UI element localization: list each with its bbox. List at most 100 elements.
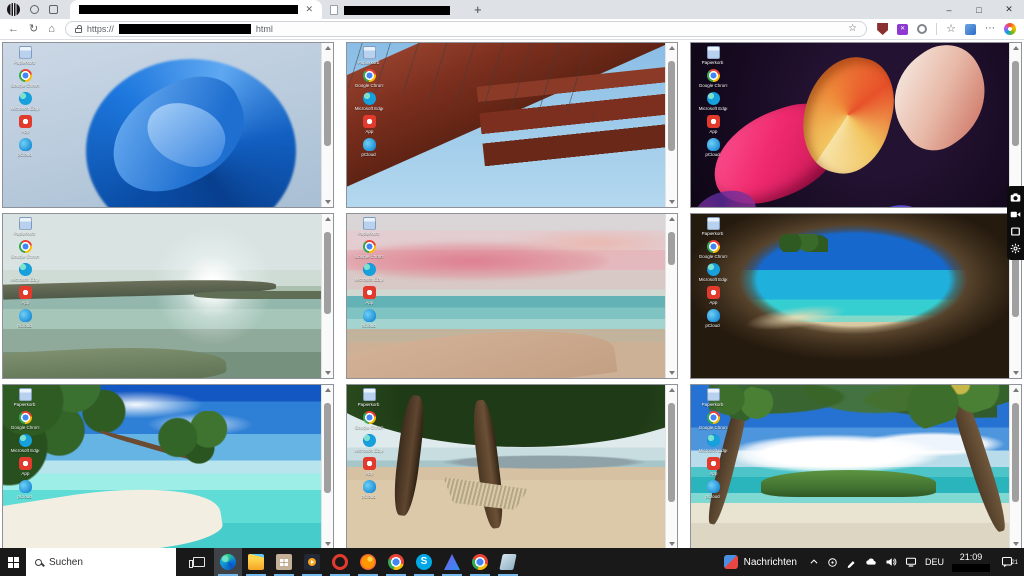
taskbar-search-input[interactable]: Suchen bbox=[26, 548, 176, 576]
browser-essentials-icon[interactable] bbox=[965, 24, 976, 35]
frame-scrollbar[interactable] bbox=[665, 43, 677, 207]
red-app-icon bbox=[707, 457, 720, 470]
desktop-icon-label: Papierkorb bbox=[14, 232, 36, 237]
taskbar-app-triangle-app[interactable] bbox=[438, 548, 466, 576]
scroll-up-arrow[interactable] bbox=[325, 388, 331, 392]
desktop-icon-red-app: App bbox=[694, 115, 732, 135]
window-minimize-button[interactable]: – bbox=[934, 0, 964, 19]
action-center-button[interactable]: 21 bbox=[998, 556, 1016, 568]
scroll-up-arrow[interactable] bbox=[325, 46, 331, 50]
scroll-thumb[interactable] bbox=[668, 232, 675, 265]
settings-gear-button[interactable] bbox=[1010, 243, 1021, 254]
lock-icon bbox=[75, 28, 82, 33]
taskbar-app-opera[interactable] bbox=[326, 548, 354, 576]
desktop-icon-google-chrome: Google Chrome bbox=[350, 411, 388, 431]
copilot-icon[interactable] bbox=[1004, 23, 1016, 35]
start-button[interactable] bbox=[0, 548, 26, 576]
recycle-bin-icon bbox=[363, 388, 376, 401]
taskbar-app-firefox[interactable] bbox=[354, 548, 382, 576]
scroll-down-arrow[interactable] bbox=[325, 200, 331, 204]
microsoft-edge-icon bbox=[707, 92, 720, 105]
taskbar-app-file-explorer[interactable] bbox=[242, 548, 270, 576]
favorites-icon[interactable]: ☆ bbox=[946, 24, 956, 35]
scroll-thumb[interactable] bbox=[324, 61, 331, 146]
frame-scrollbar[interactable] bbox=[321, 214, 333, 378]
taskbar-app-skype[interactable]: S bbox=[410, 548, 438, 576]
frame-scrollbar[interactable] bbox=[1009, 385, 1021, 548]
tab-active[interactable]: ✕ bbox=[70, 0, 322, 19]
scroll-thumb[interactable] bbox=[1012, 61, 1019, 146]
scroll-up-arrow[interactable] bbox=[669, 388, 675, 392]
taskbar-app-microsoft-store[interactable] bbox=[270, 548, 298, 576]
defender-icon[interactable] bbox=[827, 557, 838, 568]
news-widget-button[interactable]: Nachrichten bbox=[720, 555, 801, 569]
volume-icon[interactable] bbox=[885, 556, 897, 568]
scroll-down-arrow[interactable] bbox=[1013, 542, 1019, 546]
network-icon[interactable] bbox=[905, 556, 917, 568]
scroll-down-arrow[interactable] bbox=[325, 371, 331, 375]
back-icon[interactable]: ← bbox=[8, 24, 19, 35]
pen-icon[interactable] bbox=[846, 557, 857, 568]
window-close-button[interactable]: ✕ bbox=[994, 0, 1024, 19]
refresh-icon[interactable]: ↻ bbox=[29, 24, 38, 35]
taskbar-app-chrome-2[interactable] bbox=[466, 548, 494, 576]
tab-close-icon[interactable]: ✕ bbox=[305, 5, 313, 14]
desktop-icon-label: App bbox=[365, 130, 373, 135]
scroll-thumb[interactable] bbox=[1012, 403, 1019, 501]
adblock-extension-icon[interactable] bbox=[877, 23, 888, 35]
tab-inactive[interactable] bbox=[330, 2, 464, 18]
task-view-button[interactable] bbox=[184, 548, 214, 576]
taskbar-clock[interactable]: 21:09 bbox=[952, 553, 990, 572]
frame-scrollbar[interactable] bbox=[321, 43, 333, 207]
frame-scrollbar[interactable] bbox=[665, 385, 677, 548]
bookmark-star-icon[interactable]: ☆ bbox=[848, 24, 857, 34]
scroll-thumb[interactable] bbox=[324, 403, 331, 493]
scroll-up-arrow[interactable] bbox=[325, 217, 331, 221]
frame-scrollbar[interactable] bbox=[321, 385, 333, 548]
scroll-up-arrow[interactable] bbox=[669, 46, 675, 50]
desktop-icon-pcloud: pCloud bbox=[350, 309, 388, 329]
scroll-down-arrow[interactable] bbox=[325, 542, 331, 546]
taskbar-app-google-chrome[interactable] bbox=[382, 548, 410, 576]
taskbar-app-microsoft-edge[interactable] bbox=[214, 548, 242, 576]
taskbar-apps: S bbox=[214, 548, 522, 576]
capture-window-button[interactable] bbox=[1010, 226, 1021, 237]
gray-extension-icon[interactable] bbox=[917, 24, 927, 34]
microsoft-store-icon bbox=[276, 554, 292, 570]
scroll-thumb[interactable] bbox=[668, 61, 675, 151]
frame-scrollbar[interactable] bbox=[1009, 43, 1021, 207]
window-maximize-button[interactable]: □ bbox=[964, 0, 994, 19]
taskbar-app-glass-app[interactable] bbox=[494, 548, 522, 576]
tab-search-icon[interactable] bbox=[30, 5, 39, 14]
scroll-thumb[interactable] bbox=[324, 232, 331, 314]
desktop-icon-pcloud: pCloud bbox=[694, 309, 732, 329]
scroll-down-arrow[interactable] bbox=[669, 542, 675, 546]
video-camera-button[interactable] bbox=[1010, 209, 1021, 220]
taskbar-app-movies-tv[interactable] bbox=[298, 548, 326, 576]
desktop-icon-recycle-bin: Papierkorb bbox=[6, 388, 44, 408]
cloud-icon[interactable] bbox=[865, 556, 877, 568]
more-menu-icon[interactable]: ⋯ bbox=[985, 24, 995, 34]
desktop-icon-google-chrome: Google Chrome bbox=[6, 411, 44, 431]
chevron-up-icon[interactable] bbox=[809, 557, 819, 567]
address-bar[interactable]: https:// html ☆ bbox=[65, 21, 867, 37]
scroll-down-arrow[interactable] bbox=[669, 200, 675, 204]
desktop-icon-label: Microsoft Edge bbox=[699, 449, 728, 454]
frame-scrollbar[interactable] bbox=[665, 214, 677, 378]
scroll-down-arrow[interactable] bbox=[669, 371, 675, 375]
vertical-tabs-icon[interactable] bbox=[49, 5, 58, 14]
new-tab-button[interactable]: + bbox=[474, 0, 482, 19]
purple-extension-icon[interactable]: ✕ bbox=[897, 24, 908, 35]
desktop-icon-label: Google Chrome bbox=[11, 255, 40, 260]
pcloud-icon bbox=[19, 480, 32, 493]
desktop-icon-microsoft-edge: Microsoft Edge bbox=[6, 434, 44, 454]
scroll-down-arrow[interactable] bbox=[1013, 371, 1019, 375]
scroll-thumb[interactable] bbox=[668, 403, 675, 501]
scroll-up-arrow[interactable] bbox=[1013, 46, 1019, 50]
keyboard-layout[interactable]: DEU bbox=[925, 557, 944, 567]
scroll-up-arrow[interactable] bbox=[1013, 388, 1019, 392]
home-icon[interactable]: ⌂ bbox=[48, 24, 55, 35]
scroll-up-arrow[interactable] bbox=[669, 217, 675, 221]
camera-button[interactable] bbox=[1010, 192, 1021, 203]
desktop-icon-microsoft-edge: Microsoft Edge bbox=[694, 263, 732, 283]
